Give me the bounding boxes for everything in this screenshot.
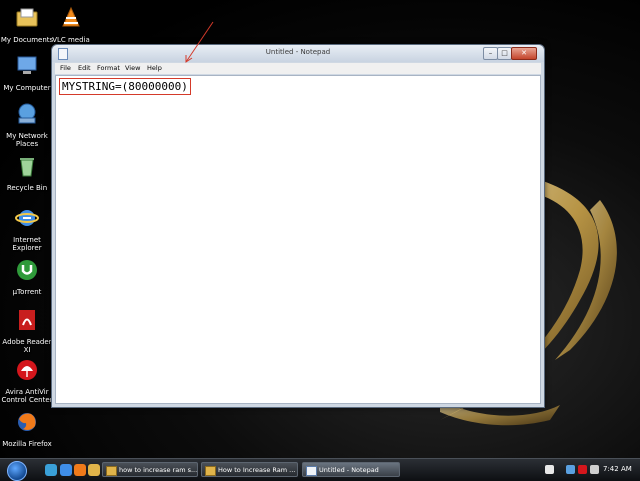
utorrent-icon bbox=[17, 260, 37, 280]
close-button[interactable]: ✕ bbox=[511, 47, 537, 60]
icon-label: Avira AntiVir Control Center bbox=[1, 388, 53, 404]
start-button[interactable] bbox=[7, 461, 27, 481]
notepad-window[interactable]: Untitled - Notepad – □ ✕ File Edit Forma… bbox=[51, 44, 545, 408]
desktop-icon-network-places[interactable]: My Network Places bbox=[0, 102, 54, 148]
minimize-button[interactable]: – bbox=[483, 47, 498, 60]
folder-documents-icon bbox=[16, 8, 38, 27]
text-editor-area[interactable]: MYSTRING=(80000000) bbox=[55, 75, 541, 404]
clock[interactable]: 7:42 AM bbox=[603, 465, 632, 473]
adobe-reader-icon bbox=[19, 310, 35, 330]
network-tray-icon[interactable] bbox=[566, 465, 575, 474]
folder-icon bbox=[205, 466, 216, 476]
icon-label: µTorrent bbox=[12, 288, 42, 296]
volume-icon[interactable] bbox=[590, 465, 599, 474]
icon-label: Internet Explorer bbox=[12, 236, 42, 252]
icon-label: Recycle Bin bbox=[6, 184, 48, 192]
desktop-icon-firefox[interactable]: Mozilla Firefox bbox=[0, 410, 54, 448]
desktop-icon-recycle-bin[interactable]: Recycle Bin bbox=[0, 154, 54, 192]
avira-umbrella-icon bbox=[17, 360, 37, 380]
firefox-icon bbox=[18, 413, 36, 431]
avira-tray-icon[interactable] bbox=[578, 465, 587, 474]
desktop-icon-my-computer[interactable]: My Computer bbox=[0, 54, 54, 92]
task-label: Untitled - Notepad bbox=[319, 466, 379, 474]
task-button-how-to-increase-ram-1[interactable]: how to increase ram s... bbox=[102, 462, 198, 477]
help-icon[interactable] bbox=[545, 465, 554, 474]
recycle-bin-icon bbox=[20, 158, 34, 177]
task-button-how-to-increase-ram-2[interactable]: How to Increase Ram ... bbox=[201, 462, 298, 477]
maximize-button[interactable]: □ bbox=[497, 47, 512, 60]
firefox-icon[interactable] bbox=[74, 464, 86, 476]
folder-icon bbox=[106, 466, 117, 476]
editor-content: MYSTRING=(80000000) bbox=[59, 78, 191, 95]
icon-label: My Computer bbox=[3, 84, 51, 92]
taskbar: how to increase ram s... How to Increase… bbox=[0, 458, 640, 481]
folder-icon[interactable] bbox=[88, 464, 100, 476]
menu-edit[interactable]: Edit bbox=[78, 64, 91, 72]
task-button-notepad[interactable]: Untitled - Notepad bbox=[302, 462, 400, 477]
menu-file[interactable]: File bbox=[60, 64, 71, 72]
desktop: My Documents VLC media player My Compute… bbox=[0, 0, 640, 458]
desktop-icon-adobe-reader[interactable]: Adobe Reader XI bbox=[0, 308, 54, 354]
icon-label: Mozilla Firefox bbox=[2, 440, 52, 448]
menu-format[interactable]: Format bbox=[97, 64, 120, 72]
computer-icon bbox=[17, 56, 37, 74]
menu-view[interactable]: View bbox=[125, 64, 140, 72]
network-icon bbox=[18, 103, 36, 124]
desktop-icon-avira[interactable]: Avira AntiVir Control Center bbox=[0, 358, 54, 404]
task-label: How to Increase Ram ... bbox=[218, 466, 296, 474]
task-label: how to increase ram s... bbox=[119, 466, 198, 474]
title-bar[interactable]: Untitled - Notepad – □ ✕ bbox=[52, 45, 544, 62]
menu-bar: File Edit Format View Help bbox=[55, 63, 541, 74]
desktop-icon-internet-explorer[interactable]: Internet Explorer bbox=[0, 206, 54, 252]
show-desktop-icon[interactable] bbox=[45, 464, 57, 476]
vlc-cone-icon bbox=[62, 6, 80, 27]
icon-label: My Network Places bbox=[6, 132, 48, 148]
icon-label: Adobe Reader XI bbox=[2, 338, 52, 354]
desktop-icon-utorrent[interactable]: µTorrent bbox=[0, 258, 54, 296]
notepad-icon bbox=[306, 466, 317, 476]
menu-help[interactable]: Help bbox=[147, 64, 162, 72]
internet-explorer-icon[interactable] bbox=[60, 464, 72, 476]
window-title: Untitled - Notepad bbox=[265, 48, 331, 56]
internet-explorer-icon bbox=[15, 210, 39, 226]
